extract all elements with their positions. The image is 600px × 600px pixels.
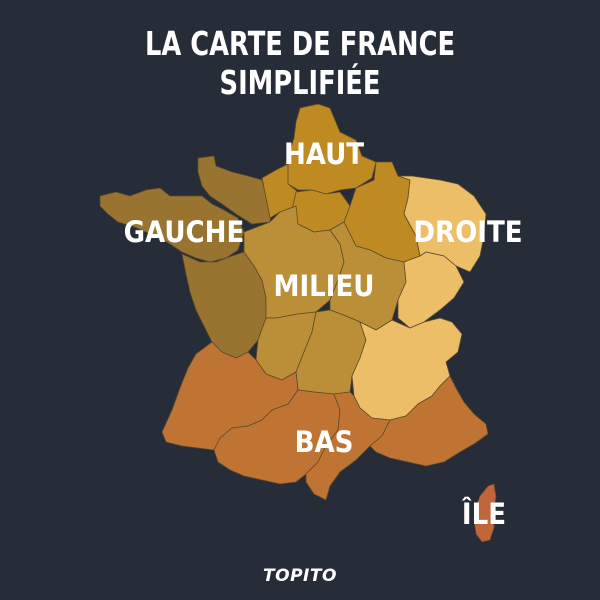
region-pays-de-la-loire [181,251,267,359]
label-droite: DROITE [413,215,522,249]
label-haut: HAUT [284,137,364,171]
label-gauche: GAUCHE [124,215,245,249]
brand-logo: TOPITO [263,566,337,586]
label-bas: BAS [295,425,354,459]
france-map: HAUT GAUCHE DROITE MILIEU BAS ÎLE [99,103,523,543]
label-ile: ÎLE [462,497,506,531]
zone-gauche [99,155,273,359]
label-milieu: MILIEU [273,269,374,303]
